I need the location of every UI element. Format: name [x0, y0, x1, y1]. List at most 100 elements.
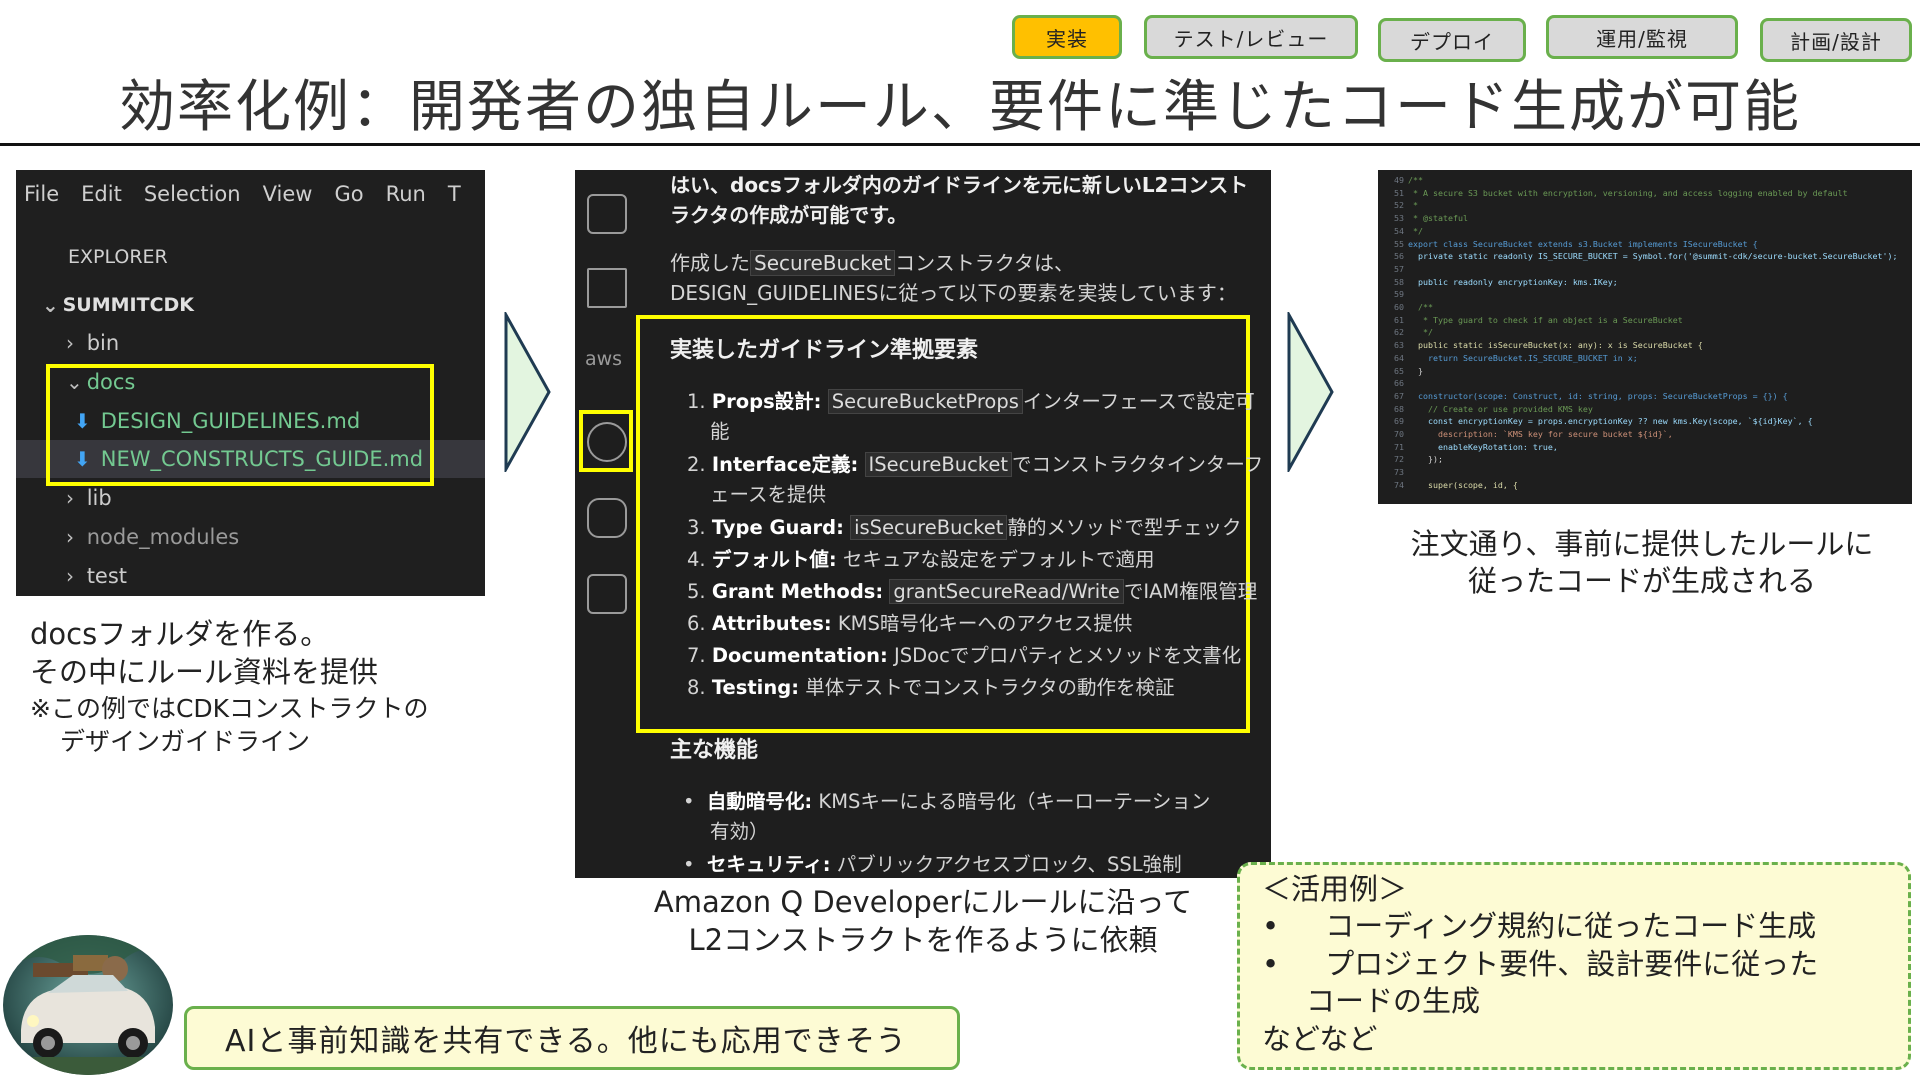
code-line-number: 59: [1394, 289, 1404, 300]
code-line: return SecureBucket.IS_SECURE_BUCKET in …: [1408, 352, 1638, 363]
usage-title: ＜活用例＞: [1262, 872, 1408, 906]
usage-bullet-1: • コーディング規約に従ったコード生成: [1262, 909, 1817, 943]
tab-implementation[interactable]: 実装: [1012, 15, 1122, 59]
code-line: super(scope, id, {: [1408, 479, 1518, 490]
code-line: public static isSecureBucket(x: any): x …: [1408, 340, 1703, 351]
chat-intro-line2: ラクタの作成が可能です。: [670, 203, 908, 227]
tree-item-test[interactable]: › test: [16, 557, 485, 595]
usage-examples-box: ＜活用例＞ • コーディング規約に従ったコード生成 • プロジェクト要件、設計要…: [1237, 862, 1911, 1070]
feature-item-1: • 自動暗号化: KMSキーによる暗号化（キーローテーション: [683, 790, 1211, 813]
code-line-number: 69: [1394, 416, 1404, 427]
vscode-explorer-screenshot: File Edit Selection View Go Run T EXPLOR…: [16, 170, 485, 596]
guideline-item-2-cont: ェースを提供: [710, 483, 827, 506]
menu-bar: File Edit Selection View Go Run T: [24, 182, 461, 206]
guideline-item-1-cont: 能: [710, 420, 730, 443]
code-line-number: 63: [1394, 340, 1404, 351]
menu-edit[interactable]: Edit: [81, 182, 122, 206]
explorer-header: EXPLORER: [68, 246, 168, 268]
copilot-robot-icon[interactable]: [587, 498, 627, 538]
package-icon[interactable]: [587, 574, 627, 614]
code-line-number: 58: [1394, 276, 1404, 287]
code-line-number: 60: [1394, 302, 1404, 312]
code-line-number: 62: [1394, 327, 1404, 338]
arrow-right-icon: [1287, 312, 1334, 472]
chat-made-line1: 作成した SecureBucket コンストラクタは、: [670, 250, 1074, 276]
aws-icon[interactable]: aws: [585, 348, 622, 370]
code-line-number: 74: [1394, 479, 1404, 490]
caption-docs-note1: ※この例ではCDKコンストラクトの: [30, 694, 429, 723]
guideline-item-5: 5. Grant Methods: grantSecureRead/Write で…: [687, 579, 1258, 604]
chevron-down-icon: ⌄: [42, 293, 59, 317]
tree-item-node-modules[interactable]: › node_modules: [16, 518, 485, 556]
menu-terminal[interactable]: T: [448, 182, 461, 206]
code-line: /**: [1408, 302, 1433, 312]
code-line: * @stateful: [1408, 213, 1468, 224]
code-line-number: 51: [1394, 187, 1404, 198]
menu-selection[interactable]: Selection: [144, 182, 241, 206]
remote-explorer-icon[interactable]: [587, 194, 627, 234]
feature-item-1-cont: 有効）: [710, 820, 769, 843]
guideline-item-1: 1. Props設計: SecureBucketProps インターフェースで設定…: [687, 389, 1255, 414]
activity-bar: aws: [575, 170, 637, 878]
tree-item-bin[interactable]: › bin: [16, 324, 485, 362]
code-line-number: 55: [1394, 238, 1404, 249]
tab-operations-monitoring[interactable]: 運用/監視: [1546, 15, 1738, 59]
code-line-number: 54: [1394, 225, 1404, 236]
tree-root-folder[interactable]: ⌄ SUMMITCDK: [16, 286, 485, 324]
code-line-number: 61: [1394, 314, 1404, 325]
code-line-number: 71: [1394, 441, 1404, 452]
code-line-number: 52: [1394, 200, 1404, 211]
code-line: /**: [1408, 175, 1423, 185]
usage-bullet-2-cont: コードの生成: [1306, 984, 1481, 1018]
code-line: const encryptionKey = props.encryptionKe…: [1408, 416, 1813, 427]
page-title: 効率化例：開発者の独自ルール、要件に準じたコード生成が可能: [119, 75, 1801, 140]
chevron-right-icon: ›: [66, 486, 74, 510]
code-line-number: 68: [1394, 403, 1404, 414]
guideline-item-3: 3. Type Guard: isSecureBucket 静的メソッドで型チェッ…: [687, 515, 1242, 540]
speech-bubble-text: AIと事前知識を共有できる。他にも応用できそう: [225, 1024, 907, 1059]
chevron-right-icon: ›: [66, 564, 74, 588]
code-line: *: [1408, 200, 1418, 211]
tab-deploy[interactable]: デプロイ: [1378, 18, 1526, 62]
code-line-number: 67: [1394, 390, 1404, 401]
code-line: public readonly encryptionKey: kms.IKey;: [1408, 276, 1618, 287]
caption-chat-line2: L2コンストラクトを作るように依頼: [688, 923, 1158, 957]
amazon-q-chat-screenshot: aws はい、docsフォルダ内のガイドラインを元に新しいL2コンスト ラクタの…: [575, 170, 1271, 878]
amazon-q-icon-highlight: [579, 410, 633, 472]
speech-bubble: AIと事前知識を共有できる。他にも応用できそう: [184, 1006, 960, 1070]
menu-run[interactable]: Run: [386, 182, 426, 206]
code-line: */: [1408, 225, 1423, 236]
tab-planning-design[interactable]: 計画/設計: [1760, 18, 1912, 62]
code-line-number: 65: [1394, 365, 1404, 376]
code-line: }: [1408, 365, 1423, 376]
code-line: // Create or use provided KMS key: [1408, 403, 1593, 414]
caption-docs-line1: docsフォルダを作る。: [30, 617, 330, 651]
usage-bullet-2: • プロジェクト要件、設計要件に従った: [1262, 947, 1819, 981]
code-line: export class SecureBucket extends s3.Buc…: [1408, 238, 1758, 249]
caption-code-line2: 従ったコードが生成される: [1467, 564, 1816, 598]
code-line-number: 73: [1394, 467, 1404, 478]
guideline-item-6: 6. Attributes: KMS暗号化キーへのアクセス提供: [687, 612, 1133, 635]
guideline-item-8: 8. Testing: 単体テストでコンストラクタの動作を検証: [687, 676, 1175, 699]
code-line: description: `KMS key for secure bucket …: [1408, 429, 1673, 439]
code-line-number: 64: [1394, 352, 1404, 363]
feature-item-2: • セキュリティ: パブリックアクセスブロック、SSL強制: [683, 853, 1182, 876]
guideline-item-7: 7. Documentation: JSDocでプロパティとメソッドを文書化: [687, 644, 1242, 667]
caption-code-line1: 注文通り、事前に提供したルールに: [1410, 527, 1874, 561]
menu-file[interactable]: File: [24, 182, 59, 206]
code-line-number: 57: [1394, 263, 1404, 274]
chat-intro-line1: はい、docsフォルダ内のガイドラインを元に新しいL2コンスト: [670, 173, 1249, 197]
menu-view[interactable]: View: [263, 182, 313, 206]
chat-made-line2: DESIGN_GUIDELINESに従って以下の要素を実装しています：: [670, 281, 1237, 305]
tab-test-review[interactable]: テスト/レビュー: [1144, 15, 1358, 59]
extensions-icon[interactable]: [587, 268, 627, 308]
code-line-number: 56: [1394, 251, 1404, 262]
code-line-number: 66: [1394, 378, 1404, 389]
code-line-number: 72: [1394, 454, 1404, 465]
code-line: constructor(scope: Construct, id: string…: [1408, 390, 1788, 401]
code-line-number: 70: [1394, 429, 1404, 439]
code-line-number: 49: [1394, 175, 1404, 185]
code-line: */: [1408, 327, 1433, 338]
menu-go[interactable]: Go: [334, 182, 363, 206]
code-line-number: 53: [1394, 213, 1404, 224]
